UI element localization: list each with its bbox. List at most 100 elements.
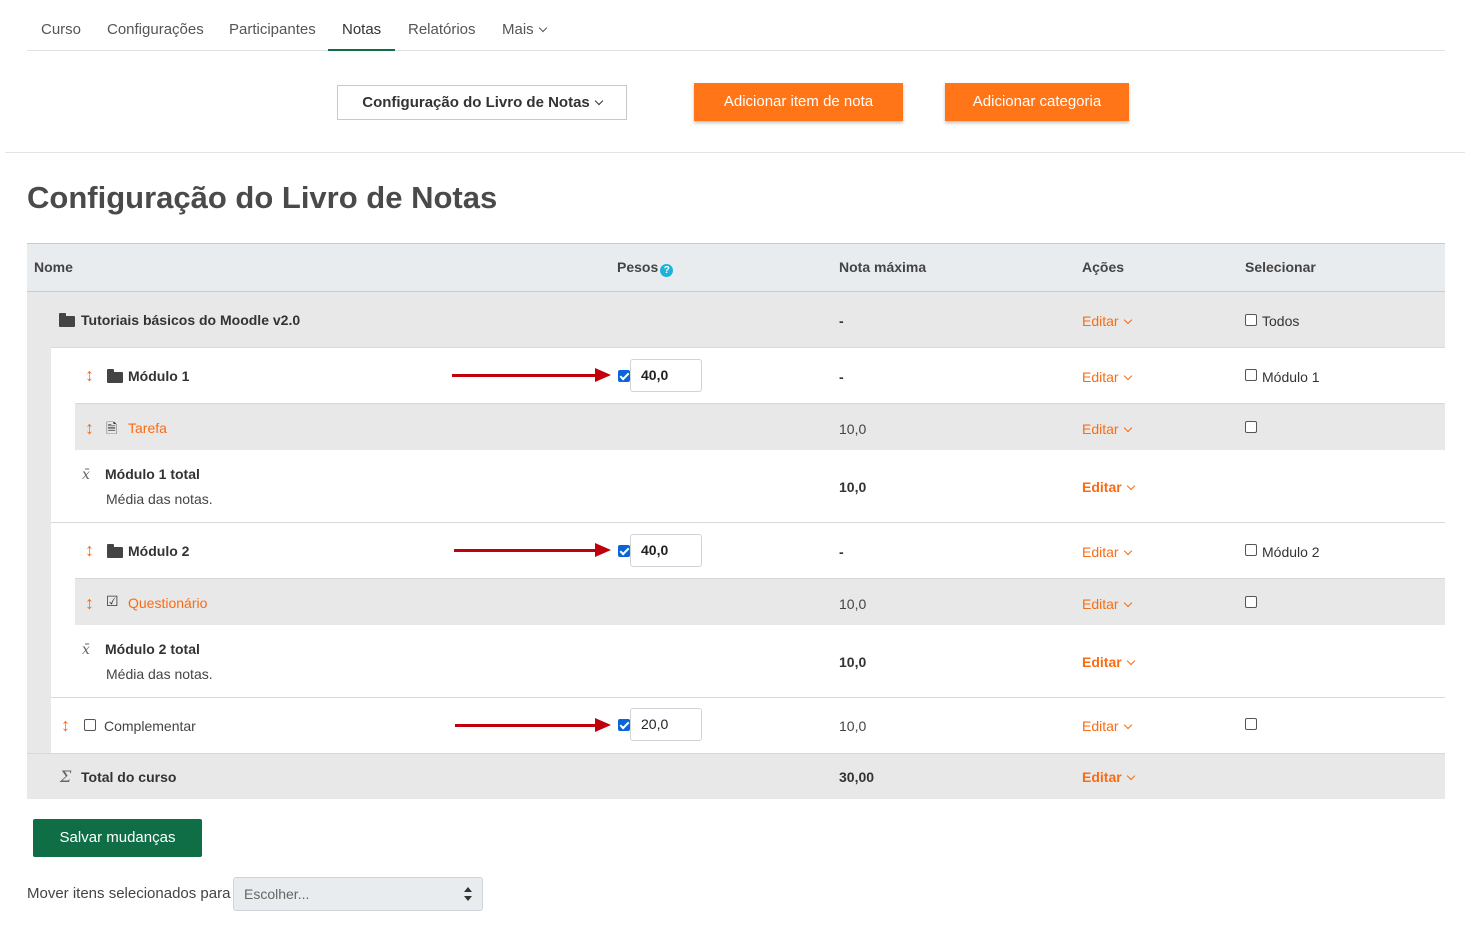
tab-notas[interactable]: Notas [328, 0, 396, 51]
module-1-total-max-grade: 10,0 [839, 479, 867, 495]
select-tarefa-checkbox[interactable] [1245, 421, 1257, 433]
course-navigation: Curso Configurações Participantes Notas … [27, 0, 1445, 51]
tab-participantes[interactable]: Participantes [215, 0, 330, 51]
edit-label: Editar [1082, 718, 1119, 734]
module-2-total-name: Módulo 2 total [105, 641, 200, 657]
header-max-grade: Nota máxima [839, 259, 927, 275]
select-module-1-checkbox[interactable] [1245, 369, 1257, 381]
table-row-module-1: ↕ Módulo 1 40,0 - Editar Módulo 1 [51, 347, 1445, 403]
edit-menu-course[interactable]: Editar [1082, 313, 1132, 329]
chevron-down-icon [594, 96, 604, 106]
course-total-max-grade: 30,00 [839, 769, 875, 785]
tab-configuracoes[interactable]: Configurações [93, 0, 218, 51]
move-icon[interactable]: ↕ [85, 419, 94, 437]
item-icon [84, 719, 96, 731]
move-icon[interactable]: ↕ [85, 594, 94, 612]
module-2-weight-input[interactable]: 40,0 [630, 534, 702, 567]
save-changes-button[interactable]: Salvar mudanças [33, 819, 202, 857]
move-icon[interactable]: ↕ [85, 541, 94, 559]
module-1-total-name: Módulo 1 total [105, 466, 200, 482]
gradebook-page-selector-label: Configuração do Livro de Notas [362, 94, 590, 111]
chevron-down-icon [1123, 371, 1132, 381]
module-2-name: Módulo 2 [128, 543, 190, 559]
course-category-name: Tutoriais básicos do Moodle v2.0 [81, 312, 301, 328]
edit-menu-module-2-total[interactable]: Editar [1082, 654, 1135, 670]
annotation-arrow [455, 718, 611, 732]
edit-menu-complementar[interactable]: Editar [1082, 718, 1132, 734]
annotation-arrow [454, 543, 611, 557]
table-row-course: Tutoriais básicos do Moodle v2.0 - Edita… [27, 291, 1445, 347]
category-indent [27, 347, 51, 753]
add-grade-item-button[interactable]: Adicionar item de nota [694, 83, 903, 121]
header-select: Selecionar [1245, 259, 1316, 275]
edit-menu-module-1-total[interactable]: Editar [1082, 479, 1135, 495]
help-icon[interactable]: ? [660, 264, 674, 277]
module-2-max-grade: - [839, 544, 844, 560]
gradebook-page-selector[interactable]: Configuração do Livro de Notas [337, 85, 627, 120]
module-2-total-desc: Média das notas. [106, 666, 213, 682]
edit-label: Editar [1082, 544, 1119, 560]
table-header: Nome Pesos? Nota máxima Ações Selecionar [27, 243, 1445, 291]
select-module-2-label: Módulo 2 [1262, 544, 1320, 560]
edit-menu-tarefa[interactable]: Editar [1082, 421, 1132, 437]
chevron-down-icon [1123, 546, 1132, 556]
assignment-icon: 🗎 [106, 420, 118, 436]
table-row-complementar: ↕ Complementar 20,0 10,0 Editar [51, 697, 1445, 753]
header-name: Nome [34, 259, 73, 275]
table-row-tarefa: ↕ 🗎 Tarefa 10,0 Editar [75, 403, 1445, 450]
tab-mais[interactable]: Mais [488, 0, 560, 51]
add-category-button[interactable]: Adicionar categoria [945, 83, 1129, 121]
chevron-down-icon [1123, 720, 1132, 730]
move-icon[interactable]: ↕ [61, 716, 70, 734]
module-1-total-desc: Média das notas. [106, 491, 213, 507]
chevron-down-icon [1126, 656, 1135, 666]
sum-icon: Σ [60, 767, 72, 786]
questionario-max-grade: 10,0 [839, 596, 867, 612]
module-1-weight-checkbox[interactable] [618, 370, 630, 382]
tab-curso[interactable]: Curso [27, 0, 95, 51]
module-1-max-grade: - [839, 369, 844, 385]
module-2-total-max-grade: 10,0 [839, 654, 867, 670]
select-module-2-checkbox[interactable] [1245, 544, 1257, 556]
complementar-max-grade: 10,0 [839, 718, 867, 734]
select-questionario-checkbox[interactable] [1245, 596, 1257, 608]
tab-relatorios[interactable]: Relatórios [394, 0, 490, 51]
complementar-weight-input[interactable]: 20,0 [630, 708, 702, 741]
header-weights: Pesos? [617, 259, 674, 277]
select-arrows-icon [464, 887, 472, 901]
page-title: Configuração do Livro de Notas [27, 180, 498, 215]
chevron-down-icon [1123, 315, 1132, 325]
select-complementar-checkbox[interactable] [1245, 718, 1257, 730]
quiz-icon: ☑ [106, 593, 119, 609]
questionario-link[interactable]: Questionário [128, 595, 207, 611]
folder-icon [107, 544, 123, 558]
module-2-weight-checkbox[interactable] [618, 545, 630, 557]
select-all-checkbox[interactable] [1245, 314, 1257, 326]
course-total-name: Total do curso [81, 769, 177, 785]
chevron-down-icon [1123, 423, 1132, 433]
mean-icon: x̄ [82, 642, 90, 658]
edit-menu-questionario[interactable]: Editar [1082, 596, 1132, 612]
complementar-name: Complementar [104, 718, 196, 734]
module-2-indent [51, 578, 75, 697]
tarefa-max-grade: 10,0 [839, 421, 867, 437]
edit-menu-course-total[interactable]: Editar [1082, 769, 1135, 785]
move-items-select[interactable]: Escolher... [233, 877, 483, 911]
module-1-name: Módulo 1 [128, 368, 190, 384]
table-row-questionario: ↕ ☑ Questionário 10,0 Editar [75, 578, 1445, 625]
folder-icon [59, 313, 75, 327]
table-row-course-total: Σ Total do curso 30,00 Editar [27, 753, 1445, 799]
select-module-1-label: Módulo 1 [1262, 369, 1320, 385]
edit-label: Editar [1082, 596, 1119, 612]
header-weights-label: Pesos [617, 259, 659, 275]
tarefa-link[interactable]: Tarefa [128, 420, 167, 436]
module-1-weight-input[interactable]: 40,0 [630, 359, 702, 392]
edit-menu-module-1[interactable]: Editar [1082, 369, 1132, 385]
module-1-indent [51, 403, 75, 522]
table-row-module-2: ↕ Módulo 2 40,0 - Editar Módulo 2 [51, 522, 1445, 578]
edit-menu-module-2[interactable]: Editar [1082, 544, 1132, 560]
complementar-weight-checkbox[interactable] [618, 719, 630, 731]
header-actions: Ações [1082, 259, 1125, 275]
table-row-module-1-total: x̄ Módulo 1 total Média das notas. 10,0 … [75, 450, 1445, 522]
move-icon[interactable]: ↕ [85, 366, 94, 384]
